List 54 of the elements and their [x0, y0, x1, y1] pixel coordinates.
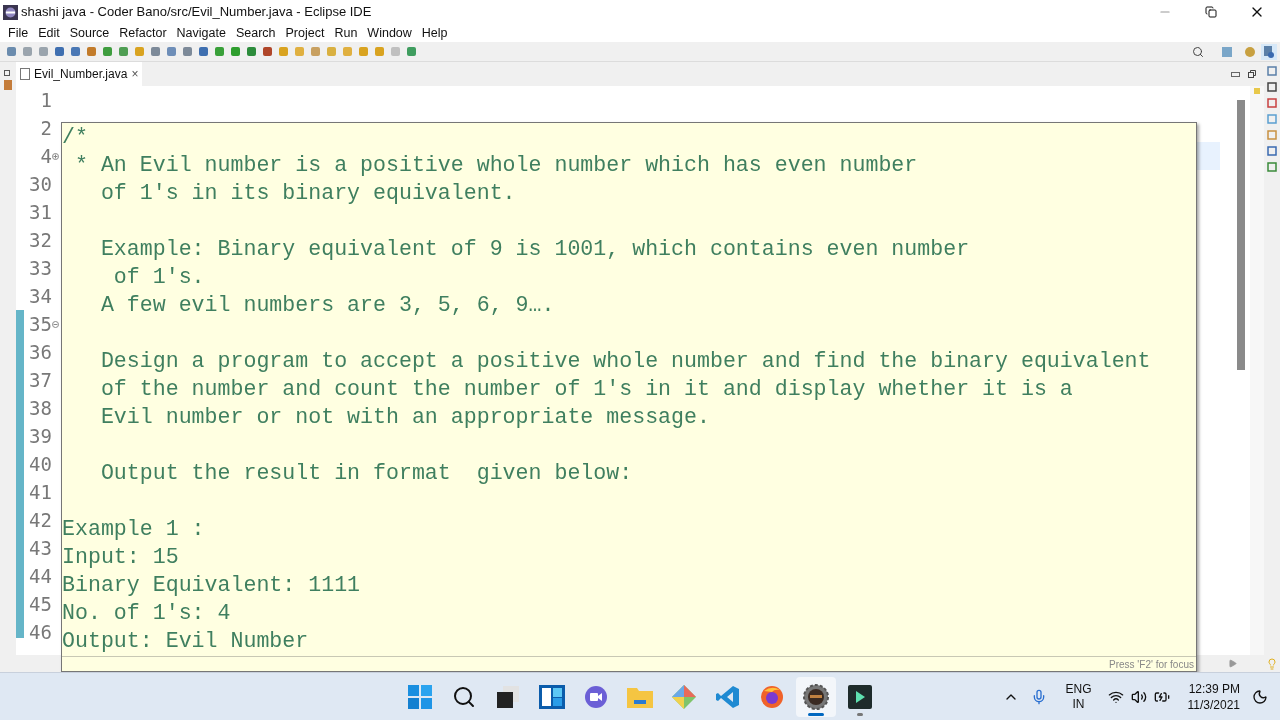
menu-item[interactable]: Navigate — [171, 23, 231, 43]
line-number: 41 — [28, 480, 52, 505]
clock-time[interactable]: 12:39 PM — [1188, 680, 1240, 697]
line-number: 36 — [28, 340, 52, 365]
line-number: 38 — [28, 396, 52, 421]
doc-line: of 1's in its binary equivalent. — [99, 180, 517, 207]
clock-date[interactable]: 11/3/2021 — [1187, 696, 1240, 713]
focus-hint: Press 'F2' for focus — [1109, 657, 1194, 672]
line-number: 34 — [28, 284, 52, 309]
line-number: 45 — [28, 592, 52, 617]
doc-line: Output the result in format given below: — [99, 460, 634, 487]
line-number: 32 — [28, 228, 52, 253]
doc-line: Example 1 : — [62, 516, 206, 543]
window-title: shashi java - Coder Bano/src/Evil_Number.java - Eclipse IDE — [21, 3, 372, 22]
doc-line: of 1's. — [112, 264, 206, 291]
menu-item[interactable]: Edit — [33, 23, 65, 43]
menu-item[interactable]: Refactor — [114, 23, 172, 43]
line-number: 4 — [39, 144, 52, 169]
menu-item[interactable]: Search — [230, 23, 281, 43]
line-number: 43 — [28, 536, 52, 561]
line-number: 35 — [28, 312, 52, 337]
line-number: 42 — [28, 508, 52, 533]
line-number: 40 — [28, 452, 52, 477]
doc-line: No. of 1's: 4 — [62, 600, 232, 627]
doc-line: Evil number or not with an appropriate message. — [99, 404, 711, 431]
menu-item[interactable]: Help — [416, 23, 453, 43]
tab-label: Evil_Number.java — [34, 66, 128, 83]
line-number: 46 — [28, 620, 52, 645]
editor-tab[interactable]: Evil_Number.java × — [16, 62, 143, 86]
doc-line: Example: Binary equivalent of 9 is 1001, which contains even number — [99, 236, 971, 263]
doc-line: of the number and count the number of 1's in it and display whether it is a — [99, 376, 1074, 403]
doc-line: Binary Equivalent: 1111 — [62, 572, 362, 599]
language-indicator[interactable]: IN — [1072, 696, 1085, 712]
line-number: 1 — [39, 88, 52, 113]
doc-line: Design a program to accept a positive whole number and find the binary equivalent — [99, 348, 1152, 375]
line-number: 33 — [28, 256, 52, 281]
tab-close-button[interactable]: × — [131, 65, 139, 83]
line-number: 30 — [28, 172, 52, 197]
doc-line: Output: Evil Number — [62, 628, 310, 655]
language-indicator[interactable]: ENG — [1065, 681, 1092, 697]
doc-line: * An Evil number is a positive whole number which has even number — [73, 152, 919, 179]
line-number: 31 — [28, 200, 52, 225]
doc-line: /* — [62, 124, 89, 151]
menu-item[interactable]: Window — [362, 23, 417, 43]
menu-item[interactable]: Source — [64, 23, 115, 43]
line-number: 44 — [28, 564, 52, 589]
menu-item[interactable]: File — [3, 23, 34, 43]
line-number: 37 — [28, 368, 52, 393]
line-number: 2 — [39, 116, 52, 141]
menu-item[interactable]: Run — [329, 23, 363, 43]
doc-line: Input: 15 — [62, 544, 180, 571]
line-number: 39 — [28, 424, 52, 449]
doc-line: A few evil numbers are 3, 5, 6, 9…. — [99, 292, 556, 319]
menu-item[interactable]: Project — [280, 23, 330, 43]
